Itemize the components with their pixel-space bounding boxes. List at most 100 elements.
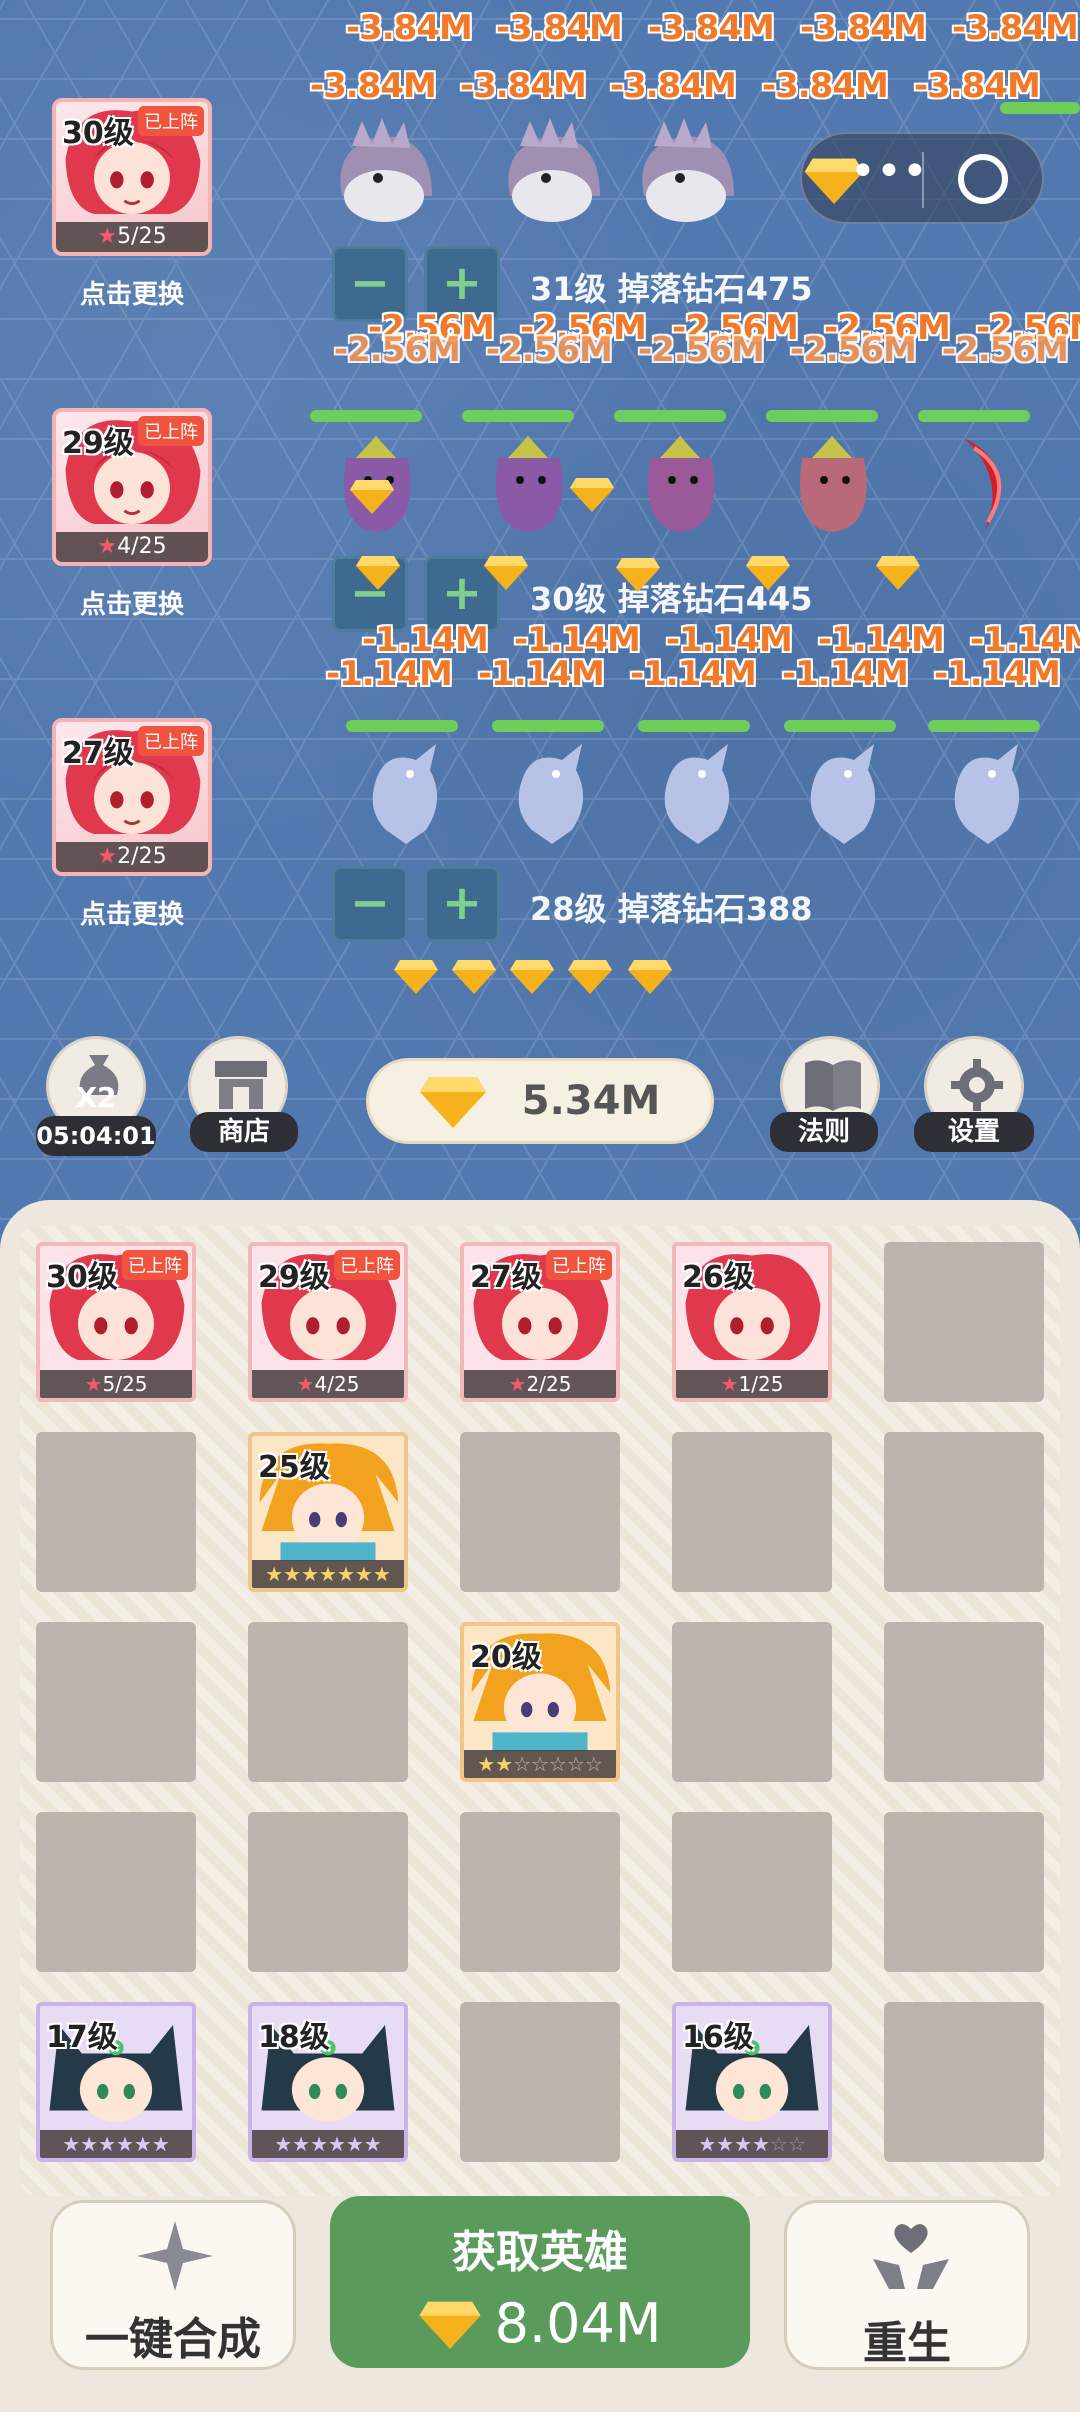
empty-bench-slot[interactable] <box>248 1812 408 1972</box>
shop-icon <box>215 1061 267 1109</box>
empty-bench-slot[interactable] <box>672 1432 832 1592</box>
deployed-badge: 已上阵 <box>122 1250 188 1280</box>
empty-bench-slot[interactable] <box>460 1432 620 1592</box>
eggplant-monster <box>800 436 867 532</box>
hero-star-progress: ★5/25 <box>40 1370 192 1398</box>
empty-bench-slot[interactable] <box>36 1812 196 1972</box>
settings-label: 设置 <box>914 1112 1034 1152</box>
empty-bench-slot[interactable] <box>672 1812 832 1972</box>
dropped-gem-icon <box>570 478 614 512</box>
bench-hero-card[interactable]: 26级 ★1/25 <box>672 1242 832 1402</box>
swap-hero-link[interactable]: 点击更换 <box>32 274 232 311</box>
damage-number: -2.56M <box>790 330 917 370</box>
empty-bench-slot[interactable] <box>460 2002 620 2162</box>
level-up-button[interactable]: + <box>424 866 500 942</box>
hero-level: 17级 <box>46 2020 118 2055</box>
empty-bench-slot[interactable] <box>884 2002 1044 2162</box>
empty-bench-slot[interactable] <box>248 1622 408 1782</box>
hero-star-progress: ★1/25 <box>676 1370 828 1398</box>
damage-number: -3.84M <box>496 8 623 48</box>
lane-hero-card[interactable]: 27级 已上阵 ★2/25 <box>52 718 212 876</box>
empty-bench-slot[interactable] <box>460 1812 620 1972</box>
damage-number: -3.84M <box>310 66 437 106</box>
close-miniprogram-icon[interactable] <box>958 154 1008 204</box>
bench-hero-card[interactable]: 16级 ★★★★☆☆ <box>672 2002 832 2162</box>
damage-number: -2.56M <box>638 330 765 370</box>
empty-bench-slot[interactable] <box>884 1812 1044 1972</box>
level-down-button[interactable]: − <box>332 866 408 942</box>
lane-monster-info: 28级 掉落钻石388 <box>530 890 813 928</box>
damage-number: -3.84M <box>460 66 587 106</box>
damage-number: -1.14M <box>326 654 453 694</box>
slash-effect-icon <box>964 438 1002 532</box>
hedgehog-monster <box>642 118 734 222</box>
deployed-badge: 已上阵 <box>138 726 204 756</box>
monster-hp-bar <box>1000 102 1080 114</box>
swap-hero-link[interactable]: 点击更换 <box>32 584 232 621</box>
bench-hero-card[interactable]: 30级 已上阵 ★5/25 <box>36 1242 196 1402</box>
hero-level: 18级 <box>258 2020 330 2055</box>
empty-bench-slot[interactable] <box>36 1622 196 1782</box>
auto-merge-button[interactable]: 一键合成 <box>50 2200 296 2370</box>
ghost-bird-monster <box>664 744 730 844</box>
monster-hp-bar <box>766 410 878 422</box>
monster-hp-bar <box>462 410 574 422</box>
damage-number: -2.56M <box>942 330 1069 370</box>
bench-hero-card[interactable]: 25级 ★★★★★★★ <box>248 1432 408 1592</box>
bench-hero-card[interactable]: 29级 已上阵 ★4/25 <box>248 1242 408 1402</box>
ghost-bird-monster <box>954 744 1020 844</box>
boost-timer: 05:04:01 <box>36 1116 156 1156</box>
monster-hp-bar <box>346 720 458 732</box>
hands-heart-icon <box>873 2224 949 2289</box>
hero-level: 29级 <box>258 1260 330 1295</box>
deployed-badge: 已上阵 <box>138 416 204 446</box>
ghost-bird-monster <box>372 744 438 844</box>
dropped-gem-icon <box>350 480 394 514</box>
empty-bench-slot[interactable] <box>884 1242 1044 1402</box>
empty-bench-slot[interactable] <box>884 1432 1044 1592</box>
empty-bench-slot[interactable] <box>672 1622 832 1782</box>
auto-merge-label: 一键合成 <box>85 2314 261 2365</box>
empty-bench-slot[interactable] <box>36 1432 196 1592</box>
damage-number: -3.84M <box>762 66 889 106</box>
damage-number: -1.14M <box>630 654 757 694</box>
hero-star-progress: ★4/25 <box>252 1370 404 1398</box>
capsule-divider <box>922 152 924 208</box>
bench-hero-card[interactable]: 18级 ★★★★★★ <box>248 2002 408 2162</box>
rules-label: 法则 <box>770 1112 878 1152</box>
bench-hero-card[interactable]: 20级 ★★☆☆☆☆☆ <box>460 1622 620 1782</box>
damage-number: -3.84M <box>610 66 737 106</box>
dropped-gem-icon <box>452 960 496 994</box>
bench-hero-card[interactable]: 27级 已上阵 ★2/25 <box>460 1242 620 1402</box>
dropped-gem-icon <box>746 556 790 590</box>
monster-hp-bar <box>638 720 750 732</box>
more-menu-icon[interactable]: ••• <box>850 150 928 194</box>
swap-hero-link[interactable]: 点击更换 <box>32 894 232 931</box>
hero-star-rating: ★★★★★★ <box>40 2130 192 2158</box>
hero-star-rating: ★★★★☆☆ <box>676 2130 828 2158</box>
empty-bench-slot[interactable] <box>884 1622 1044 1782</box>
damage-number: -3.84M <box>800 8 927 48</box>
monster-hp-bar <box>614 410 726 422</box>
get-hero-button[interactable]: 获取英雄 8.04M <box>330 2196 750 2368</box>
miniprogram-capsule[interactable]: ••• <box>800 132 1044 224</box>
rebirth-button[interactable]: 重生 <box>784 2200 1030 2370</box>
dropped-gem-icon <box>876 556 920 590</box>
hero-star-rating: ★★☆☆☆☆☆ <box>464 1750 616 1778</box>
lane-hero-card[interactable]: 30级 已上阵 ★5/25 <box>52 98 212 256</box>
hero-star-progress: ★4/25 <box>56 532 208 562</box>
monster-hp-bar <box>918 410 1030 422</box>
x2-label: X2 <box>75 1081 117 1114</box>
hero-star-progress: ★2/25 <box>56 842 208 872</box>
gem-balance: 5.34M <box>366 1058 714 1144</box>
hedgehog-monster <box>508 118 600 222</box>
gem-balance-value: 5.34M <box>521 1078 661 1124</box>
hedgehog-monster <box>340 118 432 222</box>
bench-hero-card[interactable]: 17级 ★★★★★★ <box>36 2002 196 2162</box>
deployed-badge: 已上阵 <box>334 1250 400 1280</box>
hero-star-progress: ★5/25 <box>56 222 208 252</box>
hero-star-rating: ★★★★★★ <box>252 2130 404 2158</box>
damage-number: -2.56M <box>486 330 613 370</box>
book-icon <box>805 1060 861 1111</box>
lane-hero-card[interactable]: 29级 已上阵 ★4/25 <box>52 408 212 566</box>
